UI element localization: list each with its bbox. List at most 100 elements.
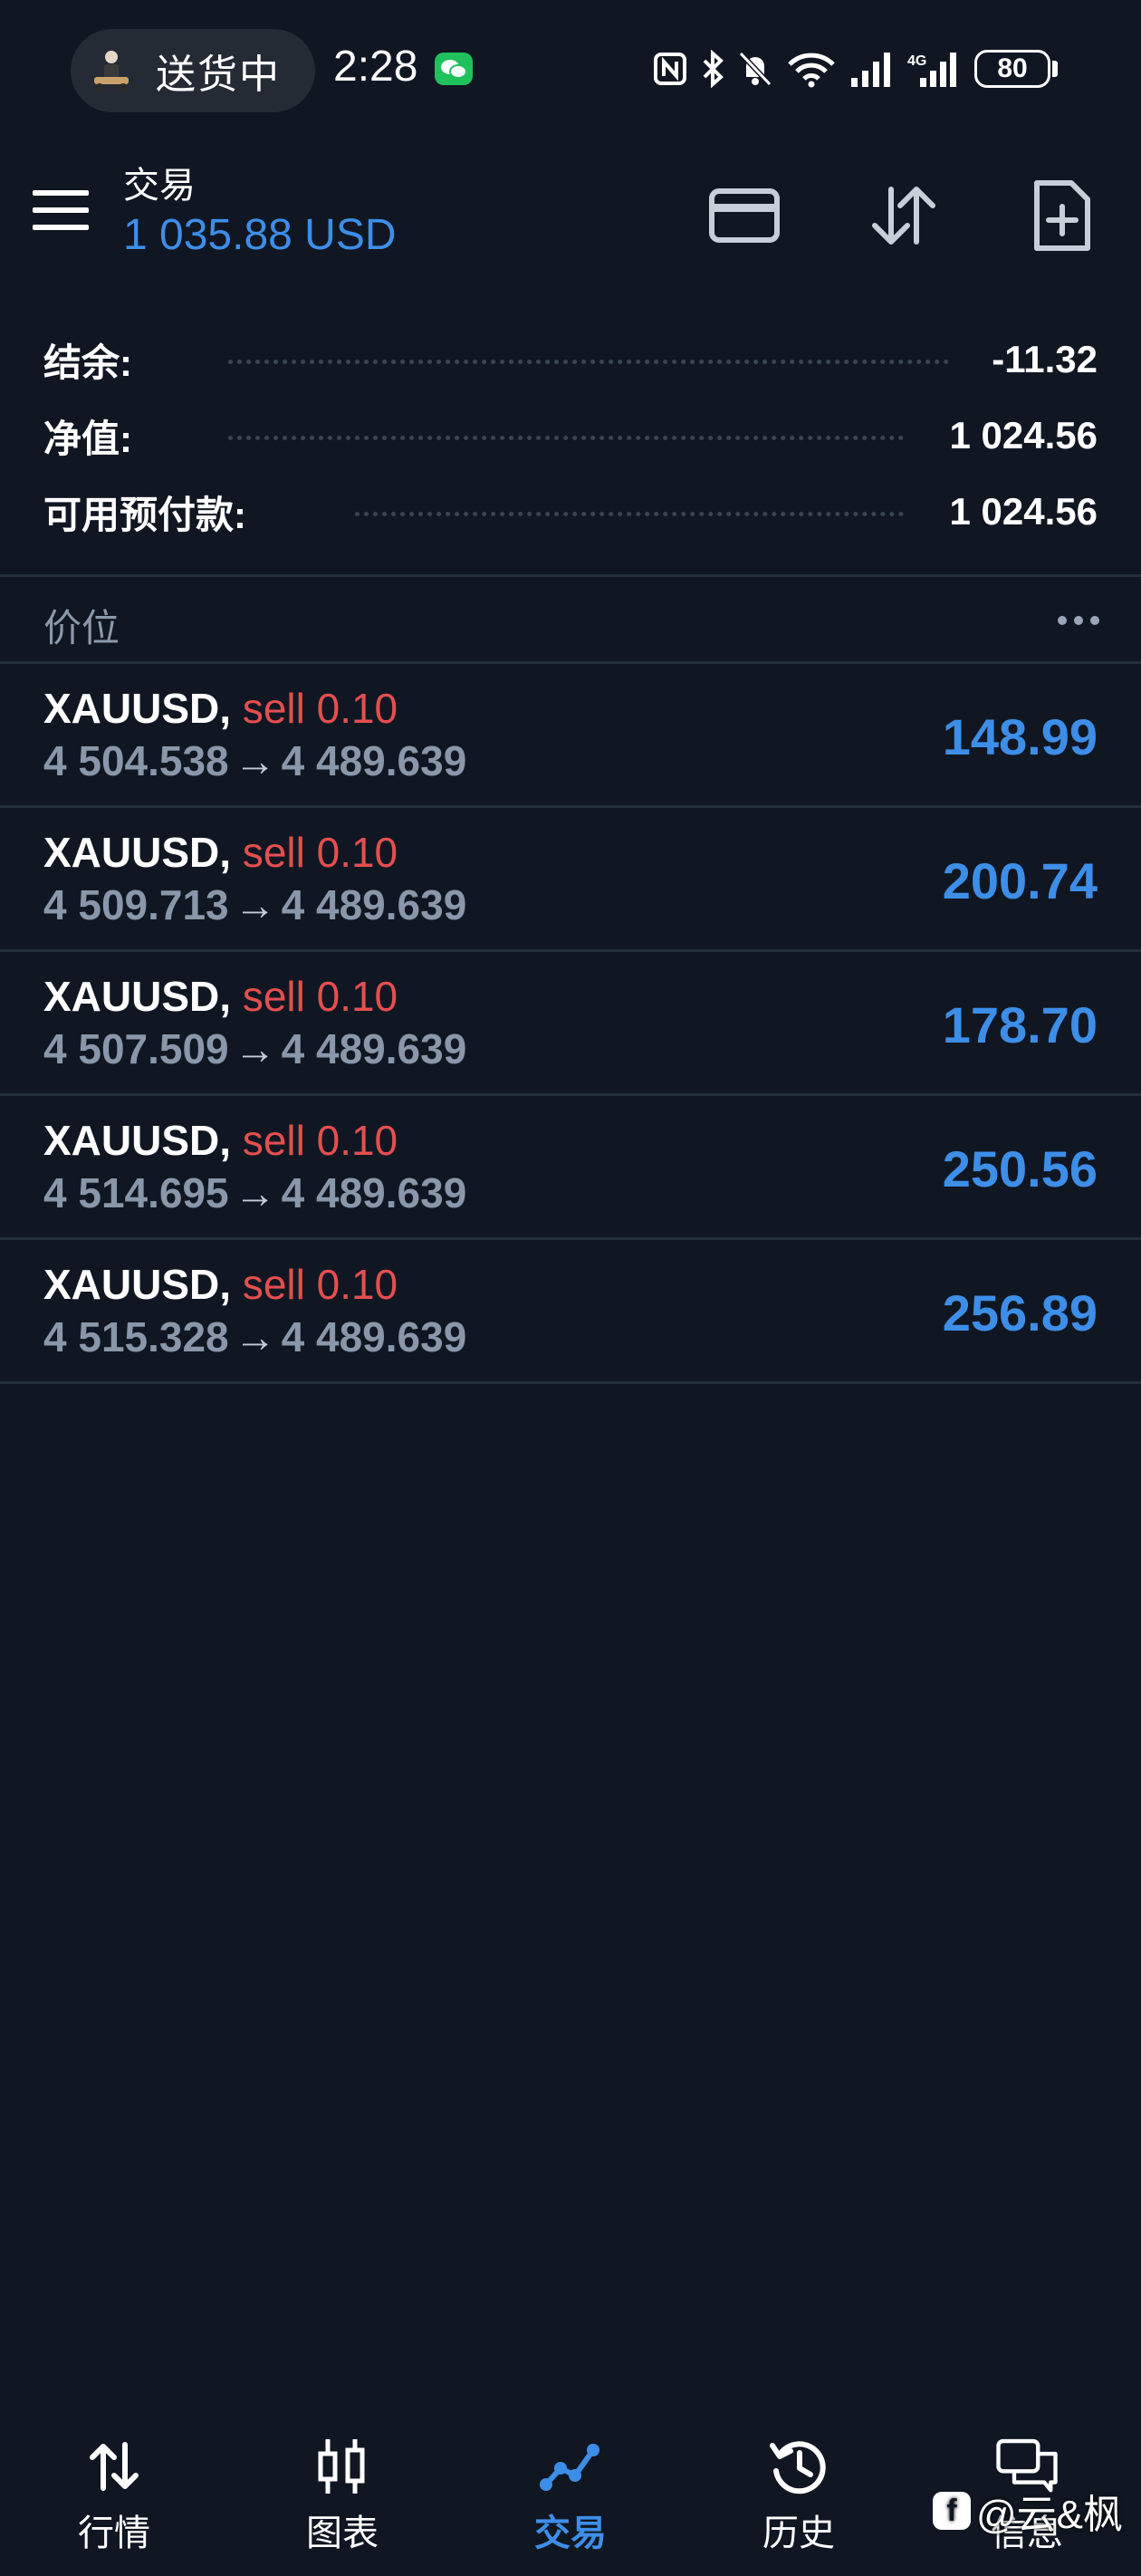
menu-line-icon xyxy=(33,190,89,196)
svg-text:4G: 4G xyxy=(907,53,926,69)
position-row[interactable]: XAUUSD, sell 0.10 4 507.509 → 4 489.639 17… xyxy=(0,952,1141,1096)
position-title: XAUUSD, sell 0.10 xyxy=(43,828,398,877)
arrow-right-icon: → xyxy=(234,737,276,784)
watermark-text: @云&枫 xyxy=(976,2493,1124,2537)
position-row[interactable]: XAUUSD, sell 0.10 4 515.328 → 4 489.639 25… xyxy=(0,1240,1141,1384)
summary-row-balance: 结余: -11.32 xyxy=(0,322,1141,398)
summary-value: -11.32 xyxy=(992,338,1098,380)
courier-icon xyxy=(94,51,129,92)
more-options-button[interactable] xyxy=(1058,616,1099,625)
position-row[interactable]: XAUUSD, sell 0.10 4 509.713 → 4 489.639 20… xyxy=(0,808,1141,952)
system-icons: 4G 80 xyxy=(652,45,1058,92)
open-price: 4 507.509 xyxy=(43,1025,229,1072)
position-side: sell 0.10 xyxy=(242,685,398,732)
position-profit: 200.74 xyxy=(942,852,1098,909)
position-symbol: XAUUSD, xyxy=(43,685,232,732)
signal-icon-1 xyxy=(851,53,890,87)
position-prices: 4 515.328 → 4 489.639 xyxy=(43,1312,466,1361)
delivery-status-pill[interactable]: 送货中 xyxy=(71,29,315,112)
open-price: 4 515.328 xyxy=(43,1313,229,1360)
arrow-right-icon: → xyxy=(234,1025,276,1072)
arrow-right-icon: → xyxy=(234,881,276,928)
menu-button[interactable] xyxy=(33,190,89,235)
position-row[interactable]: XAUUSD, sell 0.10 4 504.538 → 4 489.639 14… xyxy=(0,664,1141,808)
menu-line-icon xyxy=(33,225,89,230)
position-title: XAUUSD, sell 0.10 xyxy=(43,972,398,1021)
battery-level: 80 xyxy=(974,50,1050,88)
position-row[interactable]: XAUUSD, sell 0.10 4 514.695 → 4 489.639 25… xyxy=(0,1096,1141,1240)
watermark: f @云&枫 xyxy=(933,2482,1123,2540)
menu-line-icon xyxy=(33,207,89,213)
position-prices: 4 509.713 → 4 489.639 xyxy=(43,880,466,929)
position-side: sell 0.10 xyxy=(242,1117,398,1164)
nav-item-quotes[interactable]: 行情 xyxy=(0,2409,228,2576)
nav-label: 行情 xyxy=(78,2514,150,2553)
nav-label: 图表 xyxy=(306,2514,379,2553)
add-document-icon xyxy=(1034,180,1090,251)
divider xyxy=(0,574,1141,577)
dot-icon xyxy=(1090,616,1099,625)
nav-item-chart[interactable]: 图表 xyxy=(228,2409,456,2576)
history-icon xyxy=(767,2435,830,2498)
position-symbol: XAUUSD, xyxy=(43,829,232,876)
current-price: 4 489.639 xyxy=(281,1169,467,1216)
section-title: 价位 xyxy=(43,607,120,649)
current-price: 4 489.639 xyxy=(281,881,467,928)
position-symbol: XAUUSD, xyxy=(43,1117,232,1164)
summary-value: 1 024.56 xyxy=(949,490,1098,533)
sort-arrows-icon xyxy=(872,187,935,245)
nav-item-history[interactable]: 历史 xyxy=(685,2409,913,2576)
new-order-button[interactable] xyxy=(1025,179,1098,252)
status-bar: 送货中 2:28 4G 80 xyxy=(0,0,1141,136)
arrow-right-icon: → xyxy=(234,1313,276,1360)
sort-button[interactable] xyxy=(868,179,940,252)
summary-row-free-margin: 可用预付款: 1 024.56 xyxy=(0,474,1141,550)
summary-row-equity: 净值: 1 024.56 xyxy=(0,398,1141,474)
account-balance: 1 035.88 USD xyxy=(123,211,397,259)
trade-icon xyxy=(539,2435,602,2498)
battery-cap xyxy=(1052,61,1058,77)
leader-dots xyxy=(228,360,949,364)
open-price: 4 509.713 xyxy=(43,881,229,928)
leader-dots xyxy=(228,436,904,440)
status-clock: 2:28 xyxy=(333,43,418,91)
leader-dots xyxy=(355,512,904,516)
position-prices: 4 507.509 → 4 489.639 xyxy=(43,1024,466,1073)
position-profit: 256.89 xyxy=(942,1284,1098,1341)
open-price: 4 504.538 xyxy=(43,737,229,784)
delivery-status-text: 送货中 xyxy=(156,53,281,97)
account-summary: 结余: -11.32 净值: 1 024.56 可用预付款: 1 024.56 xyxy=(0,322,1141,550)
position-side: sell 0.10 xyxy=(242,973,398,1020)
douyin-logo-icon: f xyxy=(933,2492,971,2530)
position-side: sell 0.10 xyxy=(242,1261,398,1308)
wechat-icon xyxy=(435,53,473,85)
wifi-icon xyxy=(788,53,835,88)
current-price: 4 489.639 xyxy=(281,1025,467,1072)
position-title: XAUUSD, sell 0.10 xyxy=(43,1116,398,1165)
nav-label: 交易 xyxy=(534,2514,607,2553)
dot-icon xyxy=(1074,616,1083,625)
summary-label: 结余: xyxy=(43,341,132,384)
summary-value: 1 024.56 xyxy=(949,414,1098,457)
quotes-icon xyxy=(82,2435,146,2498)
position-symbol: XAUUSD, xyxy=(43,973,232,1020)
nfc-icon xyxy=(654,53,686,85)
position-prices: 4 504.538 → 4 489.639 xyxy=(43,736,466,785)
position-symbol: XAUUSD, xyxy=(43,1261,232,1308)
position-profit: 148.99 xyxy=(942,708,1098,765)
current-price: 4 489.639 xyxy=(281,1313,467,1360)
arrow-right-icon: → xyxy=(234,1169,276,1216)
deposit-button[interactable] xyxy=(708,179,781,252)
battery-indicator: 80 xyxy=(974,50,1058,88)
app-header: 交易 1 035.88 USD xyxy=(0,136,1141,290)
nav-item-trade[interactable]: 交易 xyxy=(456,2409,685,2576)
position-profit: 250.56 xyxy=(942,1140,1098,1197)
position-profit: 178.70 xyxy=(942,996,1098,1053)
nav-label: 历史 xyxy=(762,2514,835,2553)
open-price: 4 514.695 xyxy=(43,1169,229,1216)
summary-label: 净值: xyxy=(43,417,132,460)
positions-list: XAUUSD, sell 0.10 4 504.538 → 4 489.639 14… xyxy=(0,664,1141,1384)
position-title: XAUUSD, sell 0.10 xyxy=(43,684,398,733)
signal-4g-icon: 4G xyxy=(907,53,956,87)
current-price: 4 489.639 xyxy=(281,737,467,784)
